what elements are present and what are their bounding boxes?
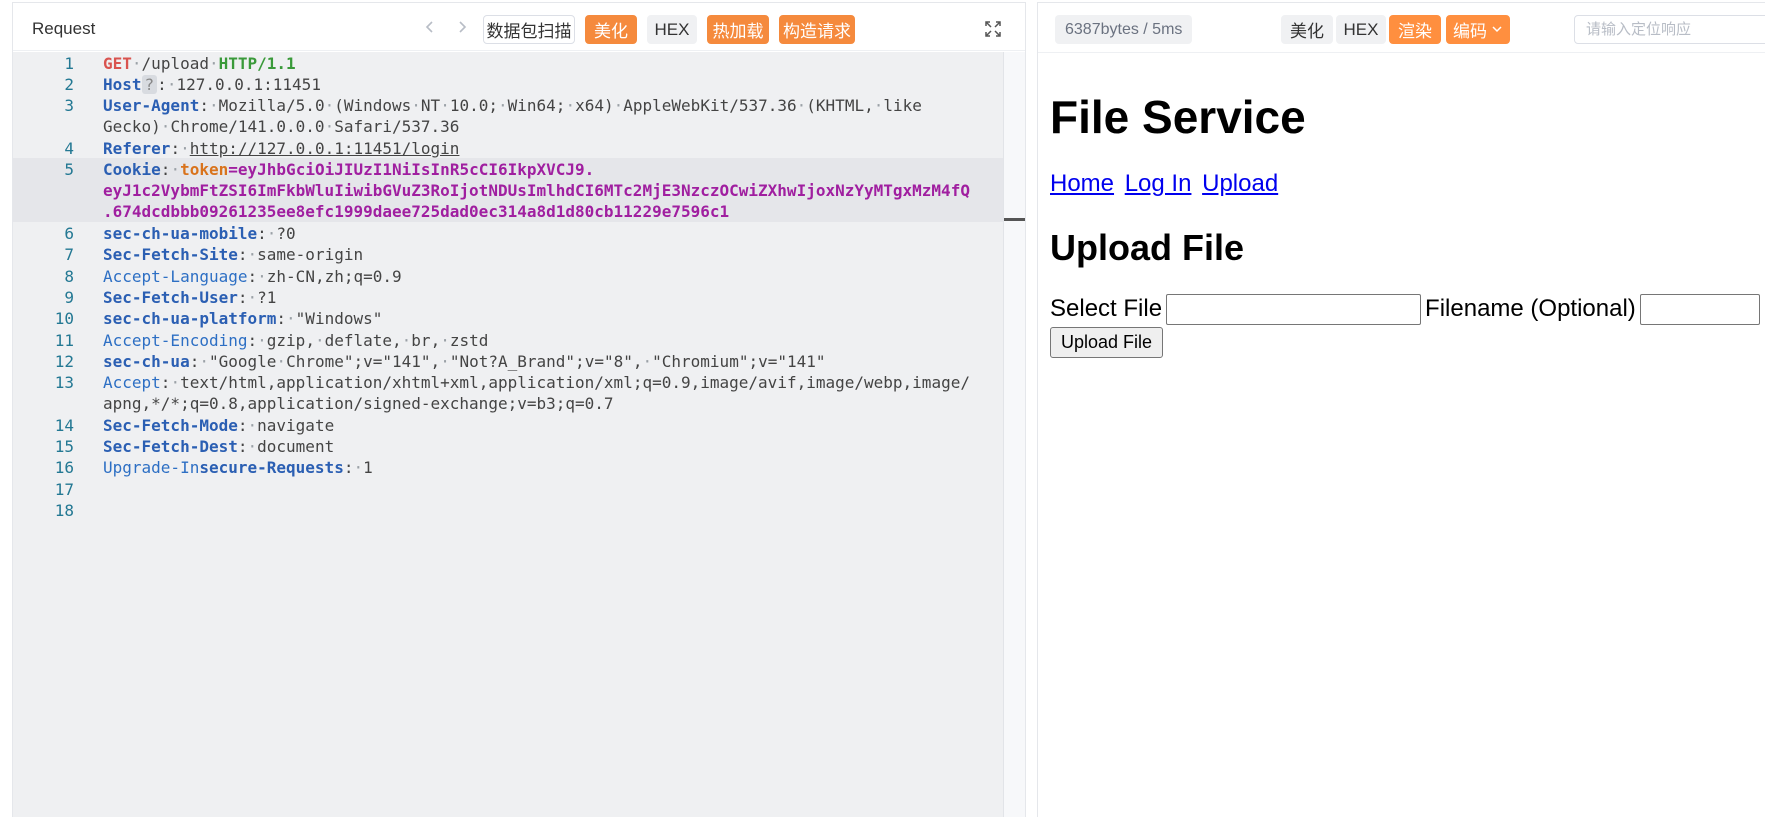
- header-key: Cookie: [103, 160, 161, 179]
- hex-button[interactable]: HEX: [647, 15, 697, 44]
- app-window: Request 数据包扫描 美化 HEX 热加载 构造请求 1 GET·/upl…: [0, 0, 1765, 817]
- header-value: text/html,application/xhtml+xml,applicat…: [180, 373, 970, 392]
- header-key-part: secure-Requests: [199, 458, 344, 477]
- header-key: Sec-Fetch-User: [103, 288, 238, 307]
- line-number: 13: [54, 373, 74, 392]
- request-path: /upload: [141, 54, 209, 73]
- fullscreen-icon[interactable]: [982, 18, 1004, 40]
- minimap-marker[interactable]: [1004, 218, 1025, 221]
- page-title: File Service: [1050, 91, 1306, 143]
- build-request-button[interactable]: 构造请求: [779, 15, 855, 44]
- code-line-highlighted: 5 Cookie:·token=eyJhbGciOiJIUzI1NiIsInR5…: [13, 158, 1003, 222]
- header-value: ?1: [257, 288, 277, 307]
- upload-form: Select File Filename (Optional): [1050, 293, 1765, 326]
- select-file-input[interactable]: [1166, 294, 1422, 326]
- locate-response-input[interactable]: [1574, 15, 1765, 44]
- editor-minimap[interactable]: [1003, 52, 1025, 817]
- header-key: Accept-Language: [103, 267, 248, 286]
- packet-scan-button[interactable]: 数据包扫描: [483, 15, 575, 44]
- cookie-value: .674dcdbbb09261235ee8efc1999daee725dad0e…: [103, 202, 730, 221]
- filename-label: Filename (Optional): [1425, 295, 1636, 322]
- header-value: "Windows": [295, 309, 383, 328]
- header-value: document: [257, 437, 335, 456]
- header-value: same-origin: [257, 245, 364, 264]
- beautify-button[interactable]: 美化: [585, 15, 637, 44]
- request-editor[interactable]: 1 GET·/upload·HTTP/1.1 2 Host?:·127.0.0.…: [13, 52, 1003, 817]
- panel-title: Request: [32, 19, 96, 38]
- header-value: 127.0.0.1:11451: [176, 75, 321, 94]
- header-value: 1: [363, 458, 373, 477]
- chevron-down-icon: [1491, 20, 1503, 40]
- encoding-dropdown[interactable]: 编码: [1446, 15, 1510, 44]
- line-number: 18: [54, 501, 74, 520]
- line-number: 16: [54, 458, 74, 477]
- cookie-name: token: [180, 160, 229, 179]
- hot-load-button[interactable]: 热加载: [707, 15, 769, 44]
- line-number: 10: [54, 309, 74, 328]
- response-panel: 6387bytes / 5ms 美化 HEX 渲染 编码 File Servic…: [1037, 2, 1765, 817]
- line-number: 3: [64, 96, 74, 115]
- back-arrow-icon[interactable]: [419, 16, 441, 38]
- header-key: Host: [103, 75, 142, 94]
- request-panel: Request 数据包扫描 美化 HEX 热加载 构造请求 1 GET·/upl…: [12, 2, 1026, 817]
- line-number: 5: [64, 160, 74, 179]
- header-value: Gecko)·Chrome/141.0.0.0·Safari/537.36: [103, 117, 460, 136]
- header-value: gzip,·deflate,·br,·zstd: [266, 331, 489, 350]
- line-number: 7: [64, 245, 74, 264]
- header-value: apng,*/*;q=0.8,application/signed-exchan…: [103, 394, 614, 413]
- header-key: Accept: [103, 373, 161, 392]
- select-file-label: Select File: [1050, 295, 1163, 322]
- request-toolbar: Request 数据包扫描 美化 HEX 热加载 构造请求: [13, 3, 1025, 51]
- upload-file-button[interactable]: Upload File: [1050, 327, 1164, 359]
- http-method: GET: [103, 54, 132, 73]
- header-key: Sec-Fetch-Dest: [103, 437, 238, 456]
- render-button[interactable]: 渲染: [1389, 15, 1441, 44]
- nav-link-home[interactable]: Home: [1050, 170, 1114, 197]
- header-value: Mozilla/5.0·(Windows·NT·10.0;·Win64;·x64…: [218, 96, 922, 115]
- filename-input[interactable]: [1639, 294, 1760, 326]
- response-toolbar: 6387bytes / 5ms 美化 HEX 渲染 编码: [1038, 3, 1765, 53]
- header-value: zh-CN,zh;q=0.9: [266, 267, 402, 286]
- cookie-value: eyJhbGciOiJIUzI1NiIsInR5cCI6IkpXVCJ9.: [237, 160, 595, 179]
- header-value: ?0: [276, 224, 296, 243]
- header-key: sec-ch-ua: [103, 352, 190, 371]
- referer-link[interactable]: http://127.0.0.1:11451/login: [190, 139, 460, 158]
- header-value: navigate: [257, 416, 335, 435]
- forward-arrow-icon[interactable]: [451, 16, 473, 38]
- encoding-label: 编码: [1453, 22, 1487, 41]
- nav-link-login[interactable]: Log In: [1125, 170, 1192, 197]
- help-badge[interactable]: ?: [141, 75, 158, 94]
- response-beautify-button[interactable]: 美化: [1281, 15, 1333, 44]
- header-key: sec-ch-ua-platform: [103, 309, 277, 328]
- header-key-part: Upgrade-In: [103, 458, 200, 477]
- header-key: Accept-Encoding: [103, 331, 248, 350]
- header-key: Sec-Fetch-Site: [103, 245, 238, 264]
- nav-link-upload[interactable]: Upload: [1202, 170, 1278, 197]
- response-size-time: 6387bytes / 5ms: [1055, 15, 1193, 44]
- header-key: sec-ch-ua-mobile: [103, 224, 258, 243]
- nav-links: Home Log In Upload: [1050, 169, 1765, 199]
- header-key: Sec-Fetch-Mode: [103, 416, 238, 435]
- section-heading: Upload File: [1050, 227, 1245, 268]
- cookie-value: eyJ1c2VybmFtZSI6ImFkbWluIiwibGVuZ3RoIjot…: [103, 181, 970, 200]
- http-protocol: HTTP/1.1: [218, 54, 296, 73]
- header-value: "Google·Chrome";v="141",·"Not?A_Brand";v…: [208, 352, 826, 371]
- header-key: Referer: [103, 139, 171, 158]
- header-key: User-Agent: [103, 96, 200, 115]
- rendered-response: File Service Home Log In Upload Upload F…: [1050, 54, 1765, 359]
- response-hex-button[interactable]: HEX: [1336, 15, 1386, 44]
